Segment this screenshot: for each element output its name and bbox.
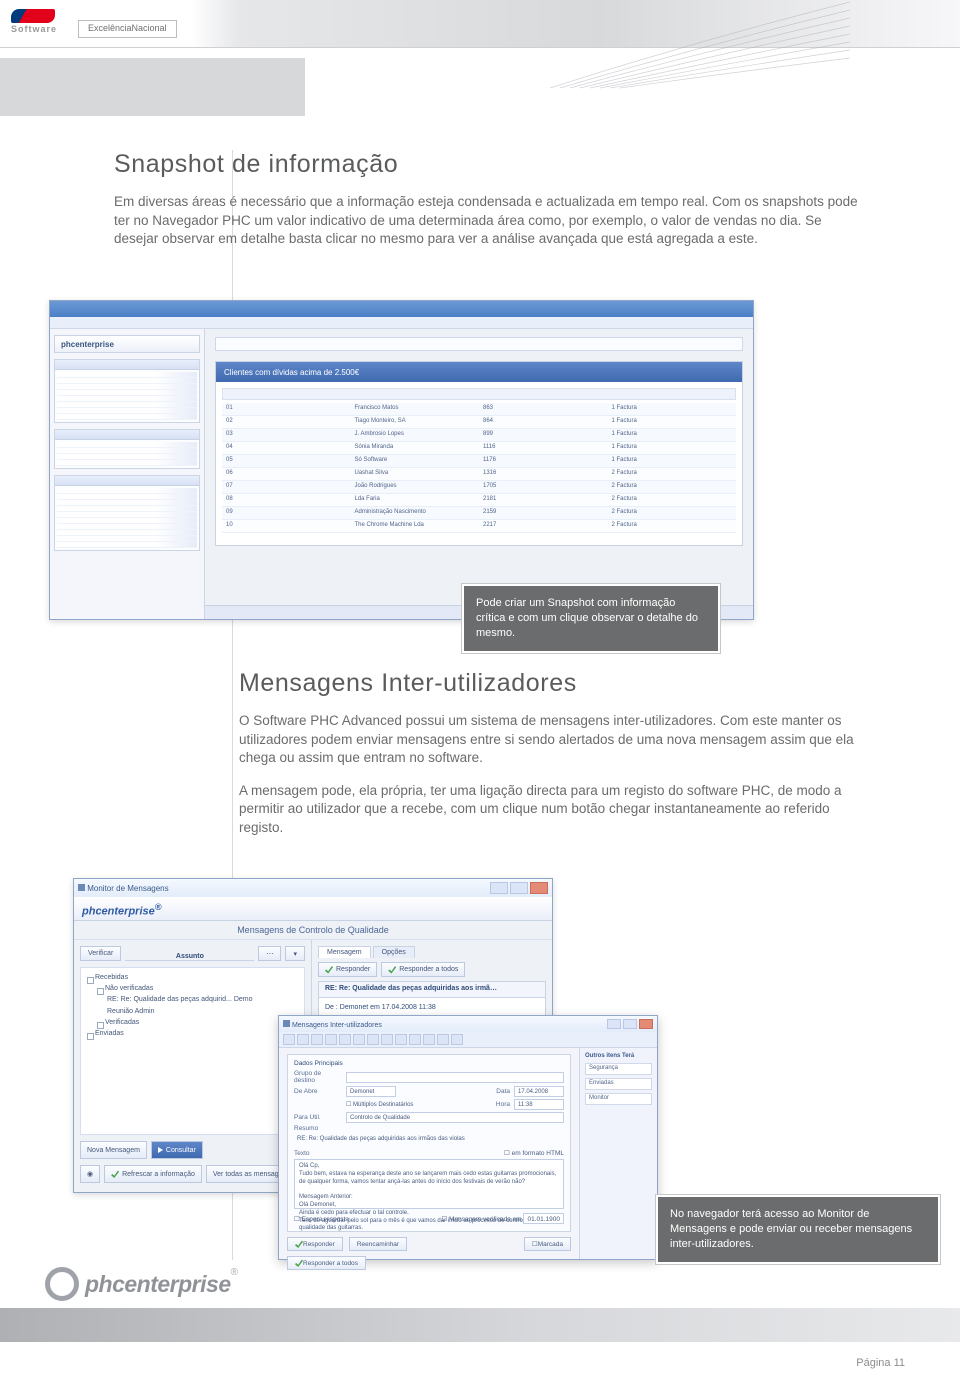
tab-opcoes[interactable]: Opções bbox=[373, 946, 415, 958]
tree-item: RE: Re: Qualidade das peças adquirid... … bbox=[85, 994, 300, 1005]
window-title: Monitor de Mensagens bbox=[87, 884, 168, 893]
panel-title: Clientes com dívidas acima de 2.500€ bbox=[216, 362, 742, 382]
table-row[interactable]: 04Sónia Miranda11161 Factura bbox=[222, 442, 736, 455]
section2-paragraph2: A mensagem pode, ela própria, ter uma li… bbox=[239, 782, 869, 838]
message-tree[interactable]: Recebidas Não verificadas RE: Re: Qualid… bbox=[80, 967, 305, 1135]
side-item[interactable]: Enviadas bbox=[585, 1078, 652, 1090]
group-label: Dados Principais bbox=[294, 1060, 564, 1067]
window-buttons[interactable] bbox=[490, 882, 548, 894]
screenshot-mensagens-inter-utilizadores: Mensagens Inter-utilizadores Dados Princ… bbox=[278, 1015, 658, 1260]
phc-logo: Software bbox=[11, 9, 57, 34]
responder-todos-button[interactable]: Responder a todos bbox=[287, 1256, 366, 1270]
table-row[interactable]: 09Administração Nascimento21592 Factura bbox=[222, 507, 736, 520]
table-row[interactable]: 08Lda Faria21812 Factura bbox=[222, 494, 736, 507]
tree-verificadas: Verificadas bbox=[95, 1017, 300, 1028]
side-item[interactable]: Segurança bbox=[585, 1063, 652, 1075]
tree-nao-verificadas: Não verificadas bbox=[95, 983, 300, 994]
responder-todos-button[interactable]: Responder a todos bbox=[381, 962, 465, 977]
logo-subtext: Software bbox=[11, 25, 57, 34]
table-row[interactable]: 07João Rodrigues17052 Factura bbox=[222, 481, 736, 494]
message-subject: RE: Re: Qualidade das peças adquiridas a… bbox=[318, 981, 546, 998]
assunto-label: Assunto bbox=[125, 953, 254, 961]
responder-button[interactable]: Responder bbox=[318, 962, 377, 977]
toolbar-btn[interactable]: ▾ bbox=[285, 946, 305, 961]
resumo-field[interactable]: RE: Re: Qualidade das peças adquiridas a… bbox=[294, 1134, 564, 1145]
callout-snapshot: Pode criar um Snapshot com informação cr… bbox=[462, 584, 720, 653]
center-label: Mensagens de Controlo de Qualidade bbox=[74, 921, 552, 940]
brand-phcenterprise: phcenterprise bbox=[82, 906, 155, 918]
consultar-button[interactable]: Consultar bbox=[151, 1141, 203, 1159]
para-field[interactable]: Controlo de Qualidade bbox=[346, 1112, 564, 1123]
verificar-button[interactable]: Verificar bbox=[80, 946, 121, 961]
tree-recebidas: Recebidas bbox=[85, 972, 300, 983]
table-row[interactable]: 02Tiago Monteiro, SA8641 Factura bbox=[222, 416, 736, 429]
section1-paragraph: Em diversas áreas é necessário que a inf… bbox=[114, 193, 869, 249]
reencaminhar-button[interactable]: Reencaminhar bbox=[349, 1237, 407, 1251]
callout-monitor: No navegador terá acesso ao Monitor de M… bbox=[656, 1195, 940, 1264]
side-header: Outros itens Terá bbox=[585, 1053, 652, 1059]
header-secondary-band bbox=[0, 58, 305, 116]
texto-field[interactable]: Olá Cp, Tudo bem, estava na esperança de… bbox=[294, 1159, 564, 1209]
marcada-button[interactable]: ☐ Marcada bbox=[524, 1237, 571, 1251]
table-row[interactable]: 01Francisco Matos8631 Factura bbox=[222, 403, 736, 416]
section2-title: Mensagens Inter-utilizadores bbox=[239, 669, 869, 698]
toolbar[interactable] bbox=[279, 1032, 657, 1048]
section2: Mensagens Inter-utilizadores O Software … bbox=[239, 669, 869, 838]
tree-enviadas: Enviadas bbox=[85, 1028, 300, 1039]
toolbar-btn[interactable]: ⋯ bbox=[258, 946, 281, 961]
tree-item: Reunião Admin bbox=[85, 1006, 300, 1017]
window-title: Mensagens Inter-utilizadores bbox=[292, 1022, 382, 1029]
nova-mensagem-button[interactable]: Nova Mensagem bbox=[80, 1141, 147, 1159]
refrescar-button[interactable]: Refrescar a informação bbox=[104, 1165, 202, 1183]
de-field[interactable]: Demonet bbox=[346, 1086, 396, 1097]
table-row[interactable]: 06Uashat Silva13162 Factura bbox=[222, 468, 736, 481]
table-row[interactable]: 10The Chrome Machine Lda22172 Factura bbox=[222, 520, 736, 533]
icon-button[interactable]: ◉ bbox=[80, 1165, 100, 1183]
hora-field[interactable]: 11:38 bbox=[514, 1099, 564, 1110]
brand-phcenterprise: phcenterprise bbox=[54, 335, 200, 353]
side-item[interactable]: Monitor bbox=[585, 1093, 652, 1105]
tab-mensagem[interactable]: Mensagem bbox=[318, 946, 371, 958]
page-number: Página 11 bbox=[856, 1357, 905, 1369]
section2-paragraph1: O Software PHC Advanced possui um sistem… bbox=[239, 712, 869, 768]
screenshot-snapshot-navegador: phcenterprise Clientes com dívidas acima… bbox=[49, 300, 754, 620]
table-row[interactable]: 03J. Ambrosio Lopes8991 Factura bbox=[222, 429, 736, 442]
table-row[interactable]: 05Só Software11761 Factura bbox=[222, 455, 736, 468]
grupo-field[interactable] bbox=[346, 1072, 564, 1083]
section1-title: Snapshot de informação bbox=[114, 150, 869, 179]
footer-stripe bbox=[0, 1308, 960, 1342]
responder-button[interactable]: Responder bbox=[287, 1237, 343, 1251]
data-field[interactable]: 17.04.2008 bbox=[514, 1086, 564, 1097]
footer-logo: phcenterprise® bbox=[45, 1267, 238, 1301]
excelencia-badge: ExcelênciaNacional bbox=[78, 20, 177, 38]
